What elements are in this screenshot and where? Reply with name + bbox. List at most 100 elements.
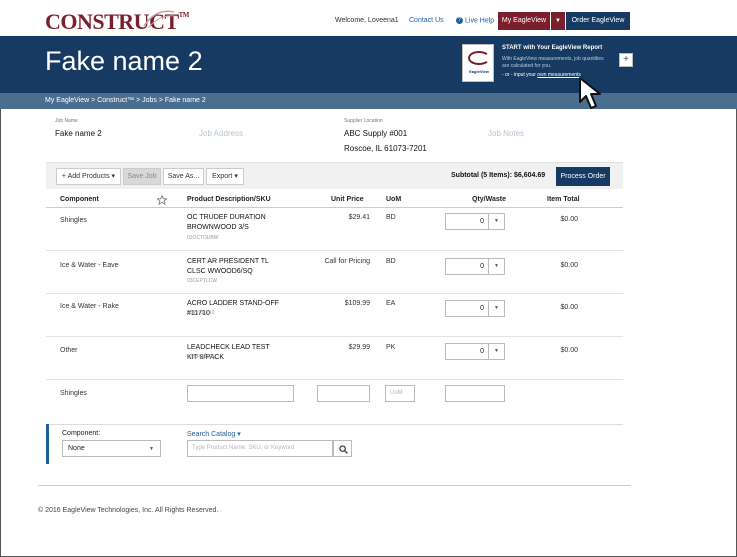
catalog-search-placeholder: Type Product Name, SKU, or Keyword — [192, 445, 295, 451]
copyright: © 2016 EagleView Technologies, Inc. All … — [38, 507, 219, 514]
row2-description: CERT AR PRESIDENT TL CLSC WWOOD6/SQ — [187, 258, 269, 275]
row3-qty-input[interactable]: 0 ▼ — [445, 300, 505, 317]
new-row-uom-input[interactable]: UoM — [385, 385, 415, 402]
page-header: Fake name 2 EagleView START with Your Ea… — [0, 36, 737, 93]
row-divider — [46, 336, 623, 337]
job-name-value[interactable]: Fake name 2 — [55, 129, 102, 138]
promo-or-line: - or - input your own measurements — [502, 72, 581, 78]
breadcrumb-text[interactable]: My EagleView > Construct™ > Jobs > Fake … — [45, 97, 206, 104]
supplier-address: Roscoe, IL 61073-7201 — [344, 144, 427, 153]
new-row-description-input[interactable] — [187, 385, 294, 402]
row2-sku: 03CEPTLCW — [187, 278, 218, 284]
supplier-location-label: Supplier Location — [344, 118, 383, 124]
row-divider — [46, 379, 623, 380]
logo-swoosh-icon — [143, 10, 176, 29]
row4-qty-input[interactable]: 0 ▼ — [445, 343, 505, 360]
row3-price: $109.99 — [344, 300, 370, 307]
welcome-text: Welcome, Loveena1 — [335, 17, 399, 24]
row2-component: Ice & Water - Eave — [60, 262, 119, 269]
catalog-search-input[interactable]: Type Product Name, SKU, or Keyword — [187, 440, 333, 457]
row3-uom: EA — [386, 300, 396, 307]
col-uom: UoM — [386, 196, 402, 203]
component-select-value: None — [68, 445, 85, 452]
row4-price: $29.99 — [348, 344, 370, 351]
row2-qty-dropdown-icon[interactable]: ▼ — [488, 259, 504, 274]
promo-or-prefix: - or - input your — [502, 72, 538, 78]
process-order-button[interactable]: Process Order — [556, 167, 610, 186]
row3-qty-value[interactable]: 0 — [446, 301, 488, 316]
row2-qty-value[interactable]: 0 — [446, 259, 488, 274]
row4-component: Other — [60, 347, 78, 354]
row3-qty-dropdown-icon[interactable]: ▼ — [488, 301, 504, 316]
component-select[interactable]: None ▼ — [62, 440, 161, 457]
breadcrumb: My EagleView > Construct™ > Jobs > Fake … — [0, 93, 737, 109]
chevron-down-icon: ▼ — [149, 446, 154, 452]
row1-uom: BD — [386, 214, 396, 221]
component-label: Component: — [62, 430, 101, 437]
new-row-qty-input[interactable] — [445, 385, 505, 402]
col-qty: Qty/Waste — [472, 196, 506, 203]
job-name-label: Job Name — [55, 118, 78, 124]
new-row-price-input[interactable] — [317, 385, 370, 402]
live-help-link[interactable]: ? Live Help — [456, 17, 494, 24]
job-notes-field[interactable]: Job Notes — [488, 129, 524, 138]
col-component: Component — [60, 196, 99, 203]
catalog-search-button[interactable] — [333, 440, 352, 457]
row2-price: Call for Pricing — [324, 258, 370, 265]
add-products-button[interactable]: + Add Products ▾ — [56, 168, 121, 185]
row1-qty-input[interactable]: 0 ▼ — [445, 213, 505, 230]
row-divider — [46, 293, 623, 294]
row3-sku: 0339711710 — [187, 310, 215, 316]
row4-description: LEADCHECK LEAD TEST KIT 8/PACK — [187, 344, 270, 361]
save-job-button[interactable]: Save Job — [123, 168, 161, 185]
live-help-label: Live Help — [465, 17, 495, 25]
my-eagleview-dropdown-icon[interactable]: ▼ — [551, 12, 565, 30]
new-row-component: Shingles — [60, 390, 87, 397]
help-icon: ? — [456, 17, 463, 24]
col-item-total: Item Total — [547, 196, 580, 203]
row3-total: $0.00 — [560, 304, 578, 311]
row1-total: $0.00 — [560, 216, 578, 223]
row4-qty-dropdown-icon[interactable]: ▼ — [488, 344, 504, 359]
export-button[interactable]: Export ▾ — [206, 168, 244, 185]
row1-sku: 02OCTDUBW — [187, 235, 219, 241]
add-component-accent — [46, 424, 49, 464]
row1-qty-dropdown-icon[interactable]: ▼ — [488, 214, 504, 229]
row4-uom: PK — [386, 344, 396, 351]
contact-us-link[interactable]: Contact Us — [409, 17, 444, 24]
job-toolbar: + Add Products ▾ Save Job Save As... Exp… — [46, 162, 623, 189]
subtotal-text: Subtotal (5 Items): $6,604.69 — [451, 172, 546, 179]
footer-divider — [38, 485, 631, 486]
col-description: Product Description/SKU — [187, 196, 271, 203]
add-report-button[interactable]: + — [619, 53, 633, 67]
top-nav: CONSTRUCTTM Welcome, Loveena1 Contact Us… — [0, 0, 737, 36]
search-catalog-dropdown[interactable]: Search Catalog ▾ — [187, 430, 241, 438]
mouse-cursor-icon — [579, 77, 601, 109]
row2-qty-input[interactable]: 0 ▼ — [445, 258, 505, 275]
search-icon — [339, 445, 348, 454]
logo-tm: TM — [178, 11, 190, 19]
row4-qty-value[interactable]: 0 — [446, 344, 488, 359]
row2-total: $0.00 — [560, 262, 578, 269]
eagleview-report-thumbnail[interactable]: EagleView — [462, 44, 494, 82]
favorite-star-icon[interactable] — [157, 195, 167, 205]
supplier-name[interactable]: ABC Supply #001 — [344, 129, 407, 138]
row4-total: $0.00 — [560, 347, 578, 354]
row1-price: $29.41 — [348, 214, 370, 221]
order-eagleview-button[interactable]: Order EagleView — [566, 12, 630, 30]
promo-heading: START with Your EagleView Report — [502, 45, 603, 51]
row2-uom: BD — [386, 258, 396, 265]
my-eagleview-button[interactable]: My EagleView — [498, 12, 550, 30]
eagleview-logo-icon — [468, 51, 490, 65]
job-address-field[interactable]: Job Address — [199, 129, 243, 138]
row1-qty-value[interactable]: 0 — [446, 214, 488, 229]
header-divider — [46, 207, 623, 208]
own-measurements-link[interactable]: own measurements — [537, 72, 581, 78]
page-title: Fake name 2 — [45, 46, 203, 76]
row3-description: ACRO LADDER STAND-OFF #11710 — [187, 300, 280, 317]
save-as-button[interactable]: Save As... — [163, 168, 204, 185]
col-unit-price: Unit Price — [331, 196, 364, 203]
promo-subtext: With EagleView measurements, job quantit… — [502, 56, 604, 69]
row3-component: Ice & Water - Rake — [60, 303, 119, 310]
thumb-text: EagleView — [469, 69, 489, 74]
